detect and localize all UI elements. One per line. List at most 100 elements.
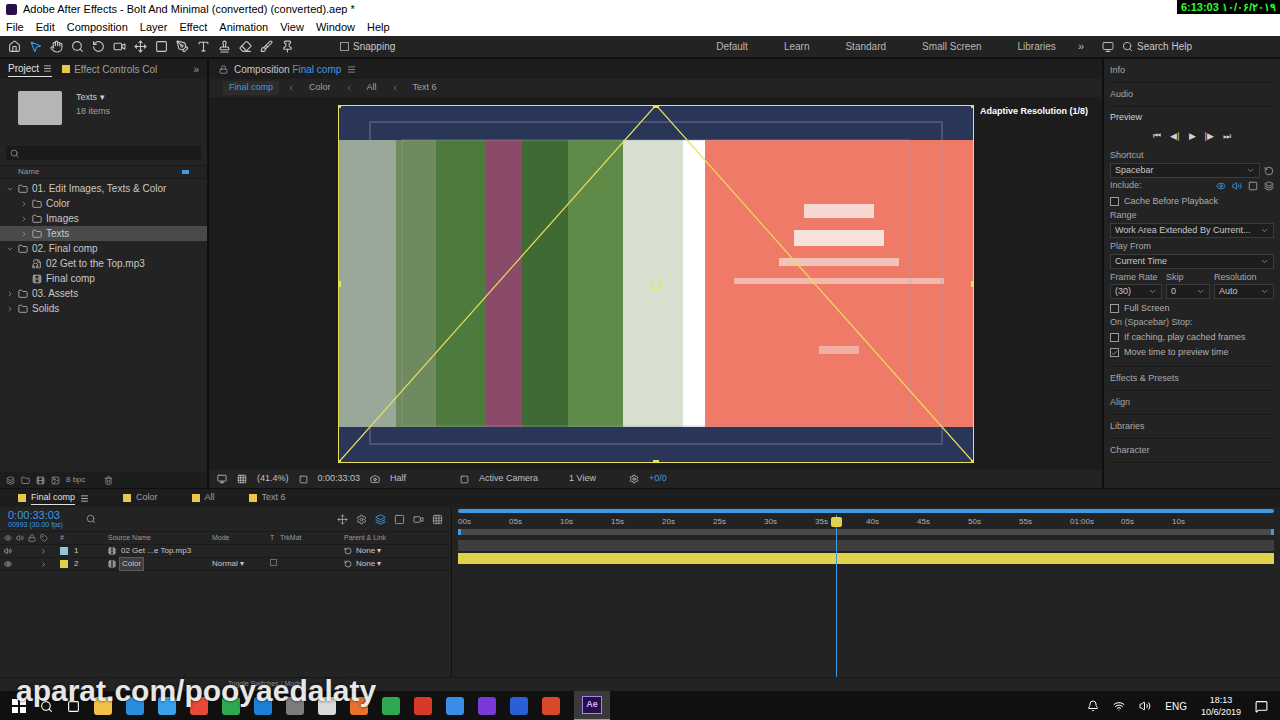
preview-field[interactable]: (30) — [1110, 284, 1162, 299]
workspace-tab[interactable]: Libraries — [1004, 39, 1070, 54]
breadcrumb[interactable]: Color — [303, 81, 337, 95]
taskbar-app-icon[interactable] — [478, 697, 496, 715]
workspace-icon[interactable] — [1102, 41, 1114, 53]
range-dropdown[interactable]: Work Area Extended By Current... — [1110, 223, 1274, 238]
audio-icon[interactable] — [4, 547, 12, 555]
timeline-switch-icon[interactable] — [356, 514, 367, 525]
taskbar-active-app[interactable]: Ae — [574, 691, 610, 720]
taskbar-app-icon[interactable] — [350, 697, 368, 715]
tool-icon[interactable] — [260, 40, 273, 53]
preview-field[interactable]: 0 — [1166, 284, 1210, 299]
twirl-icon[interactable] — [6, 290, 14, 298]
panel-section[interactable]: Align — [1110, 391, 1274, 415]
panel-section[interactable]: Libraries — [1110, 415, 1274, 439]
include-layers-icon[interactable] — [1264, 181, 1274, 191]
snapping-toggle[interactable]: Snapping — [340, 39, 395, 54]
menu-item[interactable]: View — [280, 19, 304, 36]
selection-name[interactable]: Texts ▾ — [76, 91, 110, 105]
search-icon[interactable] — [40, 700, 53, 713]
timeline-switch-icon[interactable] — [413, 514, 424, 525]
timeline-tab[interactable]: Color — [113, 491, 168, 505]
panel-tab[interactable]: Composition Final comp — [234, 62, 341, 77]
twirl-icon[interactable] — [20, 200, 28, 208]
time-ruler[interactable]: 00s05s10s15s20s25s30s35s40s45s50s55s01:0… — [458, 515, 1274, 529]
taskbar-app-icon[interactable] — [542, 697, 560, 715]
workspace-tab[interactable]: Standard — [831, 39, 900, 54]
menu-item[interactable]: Animation — [219, 19, 268, 36]
shortcut-dropdown[interactable]: Spacebar — [1110, 163, 1260, 178]
timeline-switch-icon[interactable] — [337, 514, 348, 525]
tool-icon[interactable] — [176, 40, 189, 53]
panel-section[interactable]: Audio — [1110, 83, 1274, 107]
breadcrumb[interactable]: Text 6 — [407, 81, 443, 95]
workspace-tab[interactable]: Learn — [770, 39, 824, 54]
layer-row[interactable]: 2ColorNormal ▾ None ▾ — [0, 558, 451, 571]
workspace-more[interactable]: » — [1078, 38, 1084, 55]
play-from-dropdown[interactable]: Current Time — [1110, 254, 1274, 269]
twirl-icon[interactable] — [20, 230, 28, 238]
tool-icon[interactable] — [134, 40, 147, 53]
taskbar-app-icon[interactable] — [126, 697, 144, 715]
playback-control[interactable]: ▶ — [1189, 130, 1196, 144]
resolution-dropdown[interactable]: Half — [390, 472, 450, 486]
project-item[interactable]: Texts — [0, 226, 207, 241]
project-search[interactable] — [6, 146, 201, 160]
menu-item[interactable]: Layer — [140, 19, 168, 36]
tool-icon[interactable] — [239, 40, 252, 53]
taskbar-app-icon[interactable] — [286, 697, 304, 715]
tool-icon[interactable] — [29, 40, 42, 53]
taskbar-app-icon[interactable] — [190, 697, 208, 715]
breadcrumb[interactable]: All — [361, 81, 383, 95]
checkbox[interactable]: Cache Before Playback — [1110, 194, 1274, 209]
include-audio-icon[interactable] — [1232, 181, 1242, 191]
layer-bar[interactable] — [458, 540, 1274, 551]
taskbar-app-icon[interactable] — [158, 697, 176, 715]
tool-icon[interactable] — [50, 40, 63, 53]
notifications-icon[interactable] — [1255, 700, 1268, 713]
checkbox[interactable]: Full Screen — [1110, 301, 1274, 316]
toggle-switches[interactable]: Toggle Switches / Modes — [228, 679, 305, 690]
twirl-icon[interactable] — [40, 548, 47, 555]
include-overlays-icon[interactable] — [1248, 181, 1258, 191]
language-indicator[interactable]: ENG — [1165, 699, 1187, 714]
menu-item[interactable]: File — [6, 19, 24, 36]
visibility-icon[interactable] — [4, 560, 12, 568]
work-area-bar[interactable] — [458, 529, 1274, 535]
exposure-value[interactable]: +0/0 — [649, 472, 667, 486]
panel-section[interactable]: Info — [1110, 59, 1274, 83]
taskbar-app-icon[interactable] — [254, 697, 272, 715]
timecode[interactable]: 0:00:33:03 — [8, 510, 78, 521]
project-item[interactable]: 02 Get to the Top.mp3 — [0, 256, 207, 271]
tool-icon[interactable] — [155, 40, 168, 53]
volume-icon[interactable] — [1139, 700, 1151, 712]
panel-section[interactable]: Character — [1110, 439, 1274, 463]
project-item[interactable]: 01. Edit Images, Texts & Color — [0, 181, 207, 196]
twirl-icon[interactable] — [6, 245, 14, 253]
camera-dropdown[interactable]: Active Camera — [479, 472, 559, 486]
layer-row[interactable]: 102 Get ...e Top.mp3 None ▾ — [0, 545, 451, 558]
project-item[interactable]: 03. Assets — [0, 286, 207, 301]
project-item[interactable]: Color — [0, 196, 207, 211]
timeline-tab[interactable]: Text 6 — [239, 491, 296, 505]
playback-control[interactable]: ⏮ — [1153, 130, 1161, 144]
tool-icon[interactable] — [8, 40, 21, 53]
twirl-icon[interactable] — [6, 185, 14, 193]
taskbar-app-icon[interactable] — [94, 697, 112, 715]
tool-icon[interactable] — [71, 40, 84, 53]
current-time[interactable]: 0:00:33:03 — [318, 472, 361, 486]
timeline-switch-icon[interactable] — [375, 514, 386, 525]
timeline-search-icon[interactable] — [86, 514, 96, 524]
graph-editor-icon[interactable] — [432, 514, 443, 525]
project-item[interactable]: 02. Final comp — [0, 241, 207, 256]
taskbar-app-icon[interactable] — [446, 697, 464, 715]
taskbar-app-icon[interactable] — [510, 697, 528, 715]
project-item[interactable]: Images — [0, 211, 207, 226]
taskbar-app-icon[interactable] — [222, 697, 240, 715]
timeline-switch-icon[interactable] — [394, 514, 405, 525]
tool-icon[interactable] — [281, 40, 294, 53]
menu-item[interactable]: Edit — [36, 19, 55, 36]
workspace-tab[interactable]: Small Screen — [908, 39, 995, 54]
taskbar-app-icon[interactable] — [318, 697, 336, 715]
menu-item[interactable]: Window — [316, 19, 355, 36]
network-icon[interactable] — [1113, 700, 1125, 712]
